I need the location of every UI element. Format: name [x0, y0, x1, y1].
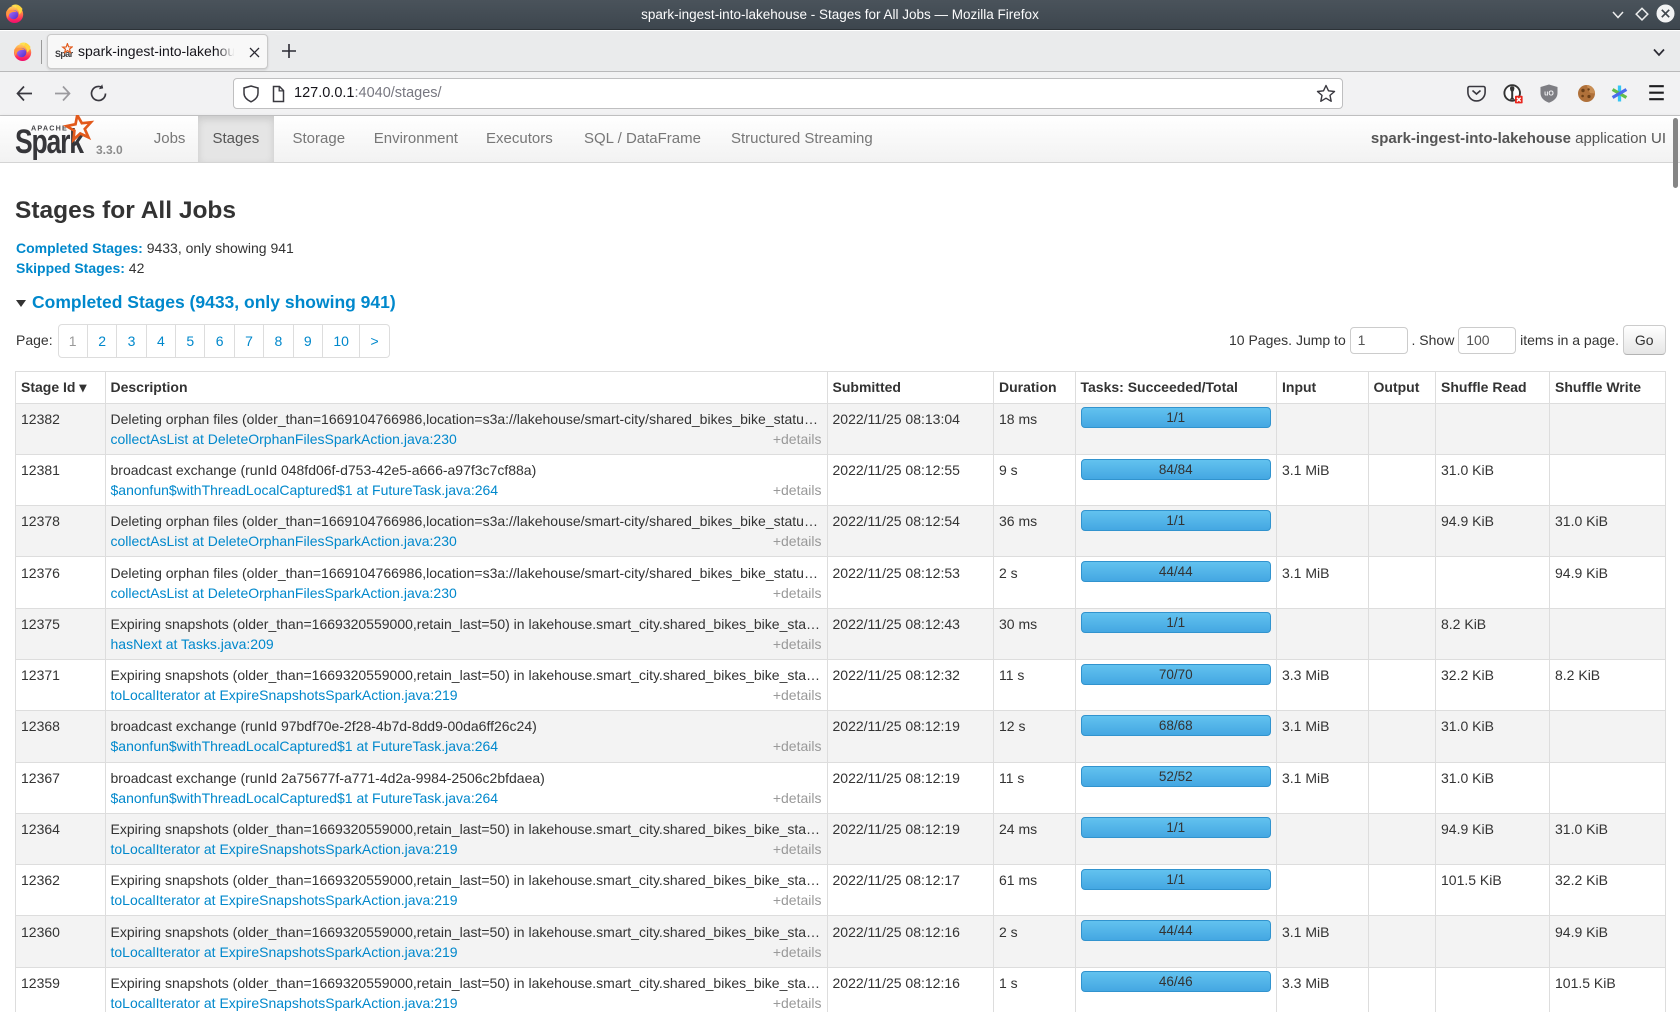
- svg-text:uO: uO: [1544, 91, 1554, 98]
- svg-text:Spark: Spark: [15, 123, 84, 161]
